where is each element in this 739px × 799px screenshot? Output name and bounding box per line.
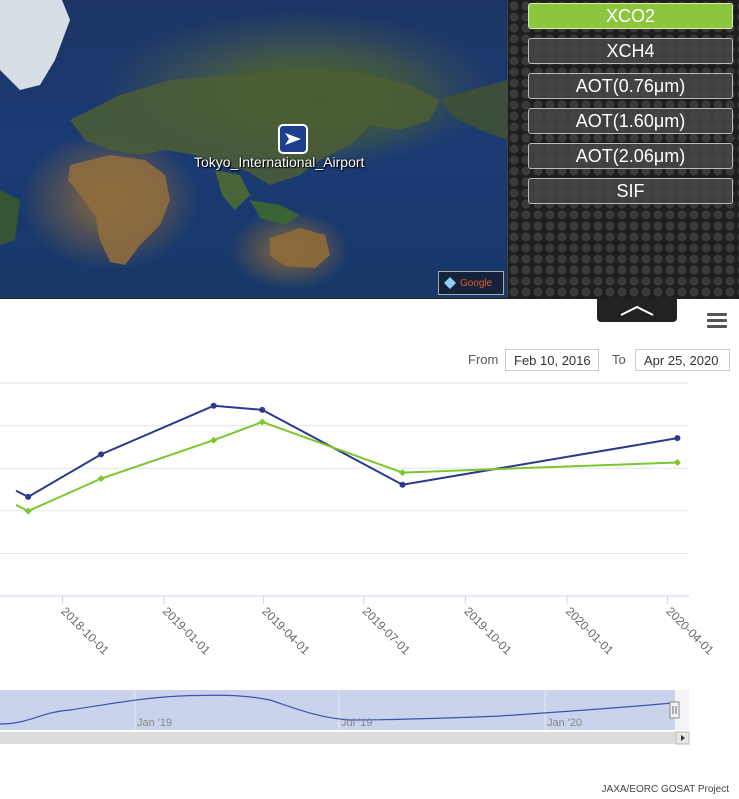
data-point[interactable] [258,418,266,426]
google-attribution[interactable]: Google [438,271,504,295]
data-point[interactable] [399,481,406,488]
navigator-handle[interactable] [669,701,680,719]
menu-bar [707,319,727,322]
world-map-terrain [0,0,507,268]
aot-206-button[interactable]: AOT(2.06μm) [528,143,733,169]
aot-160-button[interactable]: AOT(1.60μm) [528,108,733,134]
x-tick-label: 2020-01-01 [563,604,617,658]
x-tick-label: 2018-10-01 [58,604,112,658]
chart-grid [0,382,689,597]
xch4-button[interactable]: XCH4 [528,38,733,64]
data-point[interactable] [210,436,218,444]
chart-menu-button[interactable] [707,313,727,329]
x-tick-label: 2019-04-01 [259,604,313,658]
airport-label: Tokyo_International_Airport [194,154,365,170]
aot-076-button[interactable]: AOT(0.76μm) [528,73,733,99]
sif-button[interactable]: SIF [528,178,733,204]
series-line-0 [15,404,678,498]
data-point[interactable] [674,435,681,442]
collapse-map-button[interactable] [597,298,677,322]
x-axis: 2018-10-01 2019-01-01 2019-04-01 2019-07-01… [58,596,717,658]
to-date-input[interactable] [635,349,730,371]
menu-bar [707,325,727,328]
chart-navigator[interactable]: Jan '19 Jul '19 Jan '20 [0,690,739,746]
airport-marker[interactable] [278,124,308,154]
data-point[interactable] [98,451,105,458]
navigator-scrollbar[interactable] [0,732,689,744]
to-label: To [612,352,626,367]
chevron-up-icon [620,305,654,316]
data-point[interactable] [399,469,406,477]
data-type-panel: XCO2 XCH4 AOT(0.76μm) AOT(1.60μm) AOT(2.… [507,0,739,298]
map-view[interactable]: Tokyo_International_Airport Google [0,0,507,298]
nav-label-jan-20: Jan '20 [547,717,582,729]
series-line-1 [15,420,678,513]
data-point[interactable] [24,507,32,515]
nav-label-jan-19: Jan '19 [137,717,172,729]
globe-icon [444,277,456,289]
time-series-chart: 2018-10-01 2019-01-01 2019-04-01 2019-07-01… [0,382,717,658]
menu-bar [707,313,727,316]
data-point[interactable] [97,475,105,483]
from-date-input[interactable] [505,349,599,371]
data-point[interactable] [673,458,681,466]
data-point[interactable] [210,402,217,409]
xco2-button[interactable]: XCO2 [528,3,733,29]
attribution-text: Google [460,277,493,289]
x-tick-label: 2019-10-01 [461,604,515,658]
chart-series [15,402,681,515]
x-tick-label: 2019-01-01 [160,604,214,658]
data-point[interactable] [25,493,32,500]
data-point[interactable] [259,406,266,413]
x-tick-label: 2020-04-01 [663,604,717,658]
nav-label-jul-19: Jul '19 [341,717,372,729]
footer-credit: JAXA/EORC GOSAT Project [601,784,729,795]
airplane-icon [285,133,301,145]
from-label: From [468,352,499,367]
x-tick-label: 2019-07-01 [360,604,414,658]
